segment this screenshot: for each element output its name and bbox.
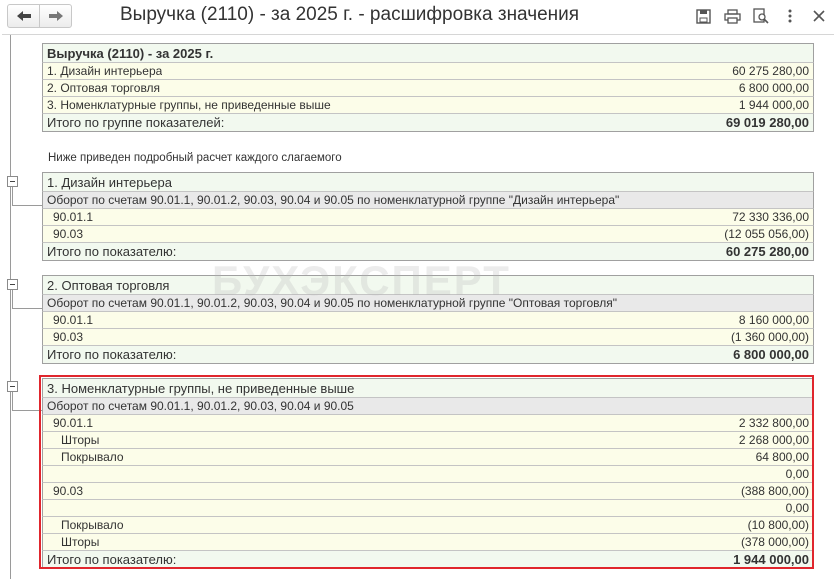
tree-line	[12, 392, 13, 410]
section-total-row: Итого по показателю: 1 944 000,00	[42, 551, 814, 569]
nomenclature-row: 0,00	[42, 500, 814, 517]
summary-row: 1. Дизайн интерьера 60 275 280,00	[42, 63, 814, 80]
account-row: 90.03 (1 360 000,00)	[42, 329, 814, 346]
section-title: 1. Дизайн интерьера	[42, 172, 814, 192]
section-3-table: 3. Номенклатурные группы, не приведенные…	[42, 378, 814, 569]
section-subtitle: Оборот по счетам 90.01.1, 90.01.2, 90.03…	[42, 192, 814, 209]
more-icon[interactable]	[780, 6, 800, 26]
account-row: 90.01.1 8 160 000,00	[42, 312, 814, 329]
section-subtitle: Оборот по счетам 90.01.1, 90.01.2, 90.03…	[42, 398, 814, 415]
tree-line	[10, 35, 11, 579]
nomenclature-row: 0,00	[42, 466, 814, 483]
account-row: 90.01.1 72 330 336,00	[42, 209, 814, 226]
tree-line	[12, 410, 42, 411]
tree-line	[12, 290, 13, 308]
section-2-table: 2. Оптовая торговля Оборот по счетам 90.…	[42, 275, 814, 364]
collapse-toggle-section-1[interactable]	[7, 176, 18, 187]
summary-total-row: Итого по группе показателей: 69 019 280,0…	[42, 114, 814, 132]
close-icon[interactable]	[809, 6, 829, 26]
section-title: 2. Оптовая торговля	[42, 275, 814, 295]
nomenclature-row: Шторы 2 268 000,00	[42, 432, 814, 449]
report-area: Выручка (2110) - за 2025 г. 1. Дизайн ин…	[2, 34, 834, 579]
print-icon[interactable]	[722, 6, 742, 26]
explanation-note: Ниже приведен подробный расчет каждого с…	[48, 152, 342, 164]
section-total-row: Итого по показателю: 60 275 280,00	[42, 243, 814, 261]
summary-title: Выручка (2110) - за 2025 г.	[42, 43, 814, 63]
toolbar-icons	[684, 6, 829, 26]
collapse-toggle-section-3[interactable]	[7, 381, 18, 392]
section-1-table: 1. Дизайн интерьера Оборот по счетам 90.…	[42, 172, 814, 261]
tree-line	[12, 308, 42, 309]
nomenclature-row: Покрывало (10 800,00)	[42, 517, 814, 534]
window-title: Выручка (2110) - за 2025 г. - расшифровк…	[120, 4, 580, 25]
save-icon[interactable]	[693, 6, 713, 26]
account-row: 90.03 (388 800,00)	[42, 483, 814, 500]
summary-row: 2. Оптовая торговля 6 800 000,00	[42, 80, 814, 97]
nomenclature-row: Покрывало 64 800,00	[42, 449, 814, 466]
title-bar: Выручка (2110) - за 2025 г. - расшифровк…	[0, 0, 837, 34]
section-total-row: Итого по показателю: 6 800 000,00	[42, 346, 814, 364]
nomenclature-row: Шторы (378 000,00)	[42, 534, 814, 551]
summary-row: 3. Номенклатурные группы, не приведенные…	[42, 97, 814, 114]
account-row: 90.01.1 2 332 800,00	[42, 415, 814, 432]
section-title: 3. Номенклатурные группы, не приведенные…	[42, 378, 814, 398]
back-button[interactable]	[7, 4, 40, 28]
preview-icon[interactable]	[751, 6, 771, 26]
account-row: 90.03 (12 055 056,00)	[42, 226, 814, 243]
forward-arrow-icon	[48, 11, 63, 21]
collapse-toggle-section-2[interactable]	[7, 279, 18, 290]
summary-table: Выручка (2110) - за 2025 г. 1. Дизайн ин…	[42, 43, 814, 132]
back-arrow-icon	[16, 11, 31, 21]
tree-line	[12, 187, 13, 205]
forward-button[interactable]	[39, 4, 72, 28]
section-subtitle: Оборот по счетам 90.01.1, 90.01.2, 90.03…	[42, 295, 814, 312]
tree-line	[12, 205, 42, 206]
